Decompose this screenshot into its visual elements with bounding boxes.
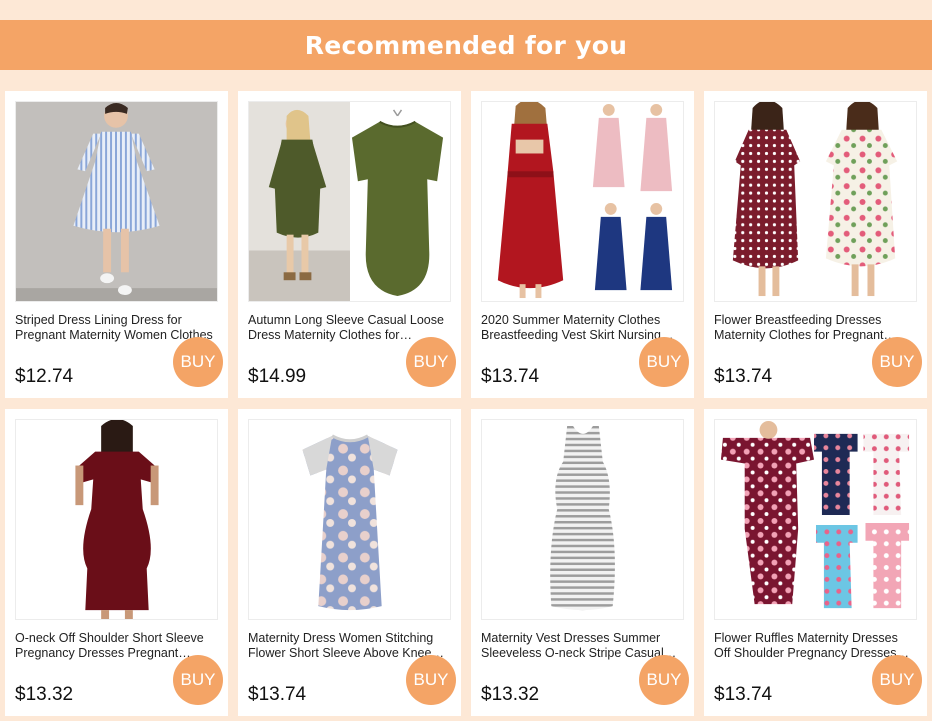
product-image[interactable] xyxy=(15,101,218,302)
product-card[interactable]: Flower Breastfeeding Dresses Maternity C… xyxy=(704,91,927,398)
floral-raglan-dress-image xyxy=(249,420,450,619)
product-image[interactable] xyxy=(15,419,218,620)
product-card[interactable]: Striped Dress Lining Dress for Pregnant … xyxy=(5,91,228,398)
product-price: $13.74 xyxy=(248,684,307,705)
product-card[interactable]: O-neck Off Shoulder Short Sleeve Pregnan… xyxy=(5,409,228,716)
product-image[interactable] xyxy=(248,101,451,302)
product-image[interactable] xyxy=(481,419,684,620)
product-price: $13.74 xyxy=(481,366,540,387)
floral-ruffle-dresses-image xyxy=(715,420,916,619)
product-card[interactable]: 2020 Summer Maternity Clothes Breastfeed… xyxy=(471,91,694,398)
product-card[interactable]: Autumn Long Sleeve Casual Loose Dress Ma… xyxy=(238,91,461,398)
product-image[interactable] xyxy=(714,101,917,302)
olive-dress-image xyxy=(249,102,450,301)
buy-button[interactable]: BUY xyxy=(173,655,223,705)
product-price: $13.32 xyxy=(481,684,540,705)
buy-button[interactable]: BUY xyxy=(173,337,223,387)
product-card[interactable]: Flower Ruffles Maternity Dresses Off Sho… xyxy=(704,409,927,716)
product-price: $12.74 xyxy=(15,366,74,387)
buy-button[interactable]: BUY xyxy=(872,337,922,387)
product-price: $14.99 xyxy=(248,366,307,387)
buy-button[interactable]: BUY xyxy=(406,655,456,705)
product-image[interactable] xyxy=(248,419,451,620)
product-grid: Striped Dress Lining Dress for Pregnant … xyxy=(0,0,932,721)
grey-striped-tank-dress-image xyxy=(482,420,683,619)
buy-button[interactable]: BUY xyxy=(406,337,456,387)
product-price: $13.74 xyxy=(714,684,773,705)
product-card[interactable]: Maternity Dress Women Stitching Flower S… xyxy=(238,409,461,716)
buy-button[interactable]: BUY xyxy=(639,337,689,387)
product-price: $13.32 xyxy=(15,684,74,705)
product-image[interactable] xyxy=(714,419,917,620)
product-price: $13.74 xyxy=(714,366,773,387)
polka-floral-dresses-image xyxy=(715,102,916,301)
nursing-dresses-image xyxy=(482,102,683,301)
product-image[interactable] xyxy=(481,101,684,302)
buy-button[interactable]: BUY xyxy=(639,655,689,705)
blue-striped-dress-image xyxy=(16,102,217,301)
product-card[interactable]: Maternity Vest Dresses Summer Sleeveless… xyxy=(471,409,694,716)
burgundy-dress-image xyxy=(16,420,217,619)
buy-button[interactable]: BUY xyxy=(872,655,922,705)
